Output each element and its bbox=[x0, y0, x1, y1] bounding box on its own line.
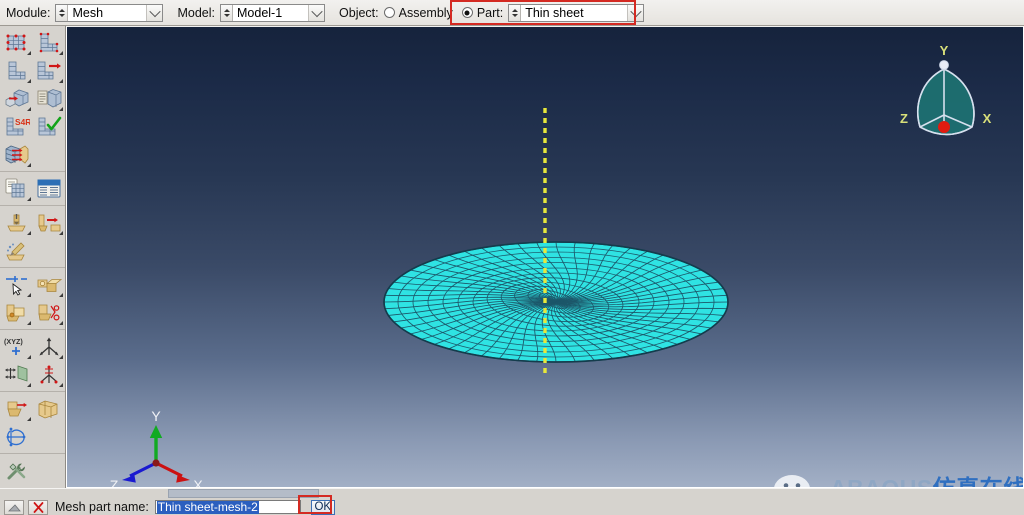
create-mesh-part-icon[interactable] bbox=[1, 175, 32, 202]
model-spinner[interactable] bbox=[221, 4, 234, 21]
model-label: Model: bbox=[177, 5, 216, 20]
seed-part-icon[interactable] bbox=[1, 29, 32, 56]
partition-face-icon[interactable] bbox=[1, 395, 32, 422]
model-combobox[interactable]: Model-1 bbox=[220, 3, 326, 22]
toolbox-group-node-edit bbox=[0, 268, 65, 330]
ok-button[interactable]: OK bbox=[310, 499, 335, 515]
part-label: Part: bbox=[476, 5, 504, 20]
prompt-bar: Mesh part name: Thin sheet-mesh-2 OK bbox=[0, 488, 1024, 515]
mesh-statistics-icon[interactable] bbox=[33, 175, 64, 202]
toolbox-group-mesh-part bbox=[0, 172, 65, 206]
coordinate-system-triad: Y Z X bbox=[110, 408, 204, 488]
edit-mesh-icon[interactable] bbox=[1, 209, 32, 236]
select-node-icon[interactable] bbox=[1, 271, 32, 298]
watermark-brand-latin: ABAQUS bbox=[830, 475, 933, 488]
axis-x-label: X bbox=[193, 477, 203, 488]
object-assembly-radio[interactable]: Assembly bbox=[383, 5, 453, 20]
assign-mesh-controls-icon[interactable] bbox=[1, 85, 32, 112]
watermark-brand: ABAQUS仿真在线 bbox=[830, 469, 1024, 488]
chevron-down-icon[interactable] bbox=[308, 4, 325, 21]
module-spinner[interactable] bbox=[56, 4, 69, 21]
remesh-rule-icon[interactable] bbox=[1, 237, 32, 264]
create-datum-axis-icon[interactable] bbox=[33, 333, 64, 360]
seed-edge-biased-icon[interactable] bbox=[1, 57, 32, 84]
edit-node-icon[interactable] bbox=[33, 271, 64, 298]
svg-text:(XYZ): (XYZ) bbox=[4, 337, 23, 346]
triad-z-label: Z bbox=[900, 111, 908, 126]
create-datum-plane-icon[interactable] bbox=[1, 361, 32, 388]
module-combobox[interactable]: Mesh bbox=[55, 3, 164, 22]
toolbox-group-partition bbox=[0, 392, 65, 454]
object-part-radio[interactable]: Part: bbox=[461, 5, 504, 20]
graphics-viewport[interactable]: Y Z X Y Z X ABAQUS仿真在线 bbox=[66, 27, 1024, 488]
toolbox-group-seed: S4R bbox=[0, 26, 65, 172]
abaqus-cae-window: Module: Mesh Model: Model-1 Object: Asse… bbox=[0, 0, 1024, 515]
revolution-axis bbox=[543, 108, 547, 378]
assign-stack-direction-icon[interactable]: S4R bbox=[1, 113, 32, 140]
mesh-part-name-input[interactable]: Thin sheet-mesh-2 bbox=[154, 499, 301, 514]
triad-x-label: X bbox=[983, 111, 992, 126]
module-toolbox: S4R (XYZ) bbox=[0, 26, 66, 488]
query-tools-icon[interactable] bbox=[1, 457, 32, 484]
verify-mesh-icon[interactable] bbox=[33, 113, 64, 140]
previous-step-icon[interactable] bbox=[4, 499, 24, 515]
radio-circle-icon bbox=[383, 7, 395, 18]
prompt-bar-row: Mesh part name: Thin sheet-mesh-2 OK bbox=[0, 499, 1024, 515]
create-datum-point-icon[interactable]: (XYZ) bbox=[1, 333, 32, 360]
toolbox-group-query bbox=[0, 454, 65, 487]
thin-sheet-disc-mesh[interactable] bbox=[356, 187, 756, 417]
module-label: Module: bbox=[6, 5, 51, 20]
view-orientation-triad: Y Z X bbox=[900, 43, 992, 136]
part-spinner[interactable] bbox=[509, 4, 522, 21]
prompt-bar-upper-strip bbox=[0, 489, 1024, 499]
mesh-part-icon[interactable] bbox=[1, 141, 32, 168]
toolbox-group-edit-mesh bbox=[0, 206, 65, 268]
toolbox-group-datum: (XYZ) bbox=[0, 330, 65, 392]
offset-mesh-icon[interactable] bbox=[33, 209, 64, 236]
prompt-history-field bbox=[168, 489, 319, 498]
assign-element-type-icon[interactable] bbox=[33, 85, 64, 112]
partition-cell-icon[interactable] bbox=[33, 395, 64, 422]
object-label: Object: bbox=[339, 5, 379, 20]
partition-edge-icon[interactable] bbox=[1, 423, 32, 450]
module-value: Mesh bbox=[68, 4, 147, 21]
watermark-brand-cn: 仿真在线 bbox=[932, 475, 1024, 488]
mesh-part-name-value: Thin sheet-mesh-2 bbox=[156, 499, 259, 514]
triad-y-label: Y bbox=[940, 43, 949, 58]
watermark: 1CAE ABAQUS仿真在线 www.1CAE.com bbox=[770, 465, 1024, 488]
svg-text:S4R: S4R bbox=[15, 117, 30, 127]
prompt-label: Mesh part name: bbox=[55, 500, 149, 514]
cancel-icon[interactable] bbox=[28, 499, 48, 515]
chevron-down-icon[interactable] bbox=[146, 4, 163, 21]
delete-part-seeds-icon[interactable] bbox=[33, 57, 64, 84]
radio-circle-selected-icon bbox=[461, 7, 473, 18]
part-value: Thin sheet bbox=[521, 4, 628, 21]
axis-y-label: Y bbox=[151, 408, 161, 424]
part-combobox[interactable]: Thin sheet bbox=[508, 3, 645, 22]
context-bar: Module: Mesh Model: Model-1 Object: Asse… bbox=[0, 0, 1024, 26]
merge-node-icon[interactable] bbox=[1, 299, 32, 326]
chevron-down-icon[interactable] bbox=[627, 4, 644, 21]
seed-edge-by-size-icon[interactable] bbox=[33, 29, 64, 56]
axis-z-label: Z bbox=[110, 477, 119, 488]
assembly-label: Assembly bbox=[398, 5, 453, 20]
split-element-icon[interactable] bbox=[33, 299, 64, 326]
wechat-icon bbox=[774, 475, 814, 488]
create-datum-csys-icon[interactable] bbox=[33, 361, 64, 388]
model-value: Model-1 bbox=[233, 4, 309, 21]
